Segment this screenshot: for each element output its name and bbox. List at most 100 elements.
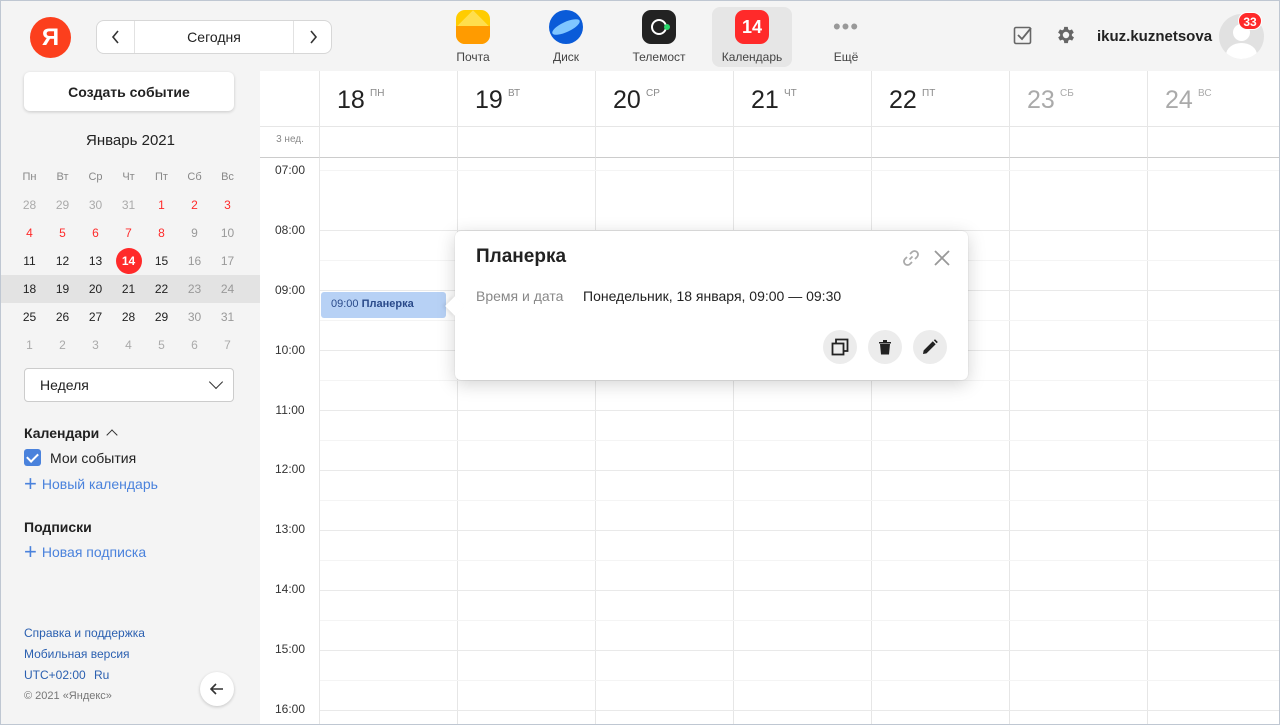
timezone-link[interactable]: UTC+02:00 [24,668,86,682]
mini-calendar-day[interactable]: 13 [79,247,112,275]
weekday-label: Вс [221,171,234,183]
gear-icon[interactable] [1055,24,1077,46]
mini-calendar-day[interactable]: 2 [178,191,211,219]
day-header-sun[interactable]: 24 ВС [1148,71,1279,127]
mini-calendar-day[interactable]: 5 [46,219,79,247]
mini-calendar-day[interactable]: 30 [178,303,211,331]
day-header-thu[interactable]: 21 ЧТ [734,71,872,127]
mini-calendar-day[interactable]: 29 [46,191,79,219]
day-column[interactable] [1010,158,1148,724]
day-column[interactable] [1148,158,1279,724]
my-events-calendar[interactable]: Мои события [24,449,136,466]
time-label: 12:00 [274,462,306,476]
app-more[interactable]: ••• Ещё [799,7,893,67]
day-number: 19 [475,86,503,114]
allday-cell[interactable] [1010,127,1148,158]
mini-calendar-day[interactable]: 29 [145,303,178,331]
create-event-button[interactable]: Создать событие [24,72,234,111]
username[interactable]: ikuz.kuznetsova [1097,28,1212,45]
mini-calendar-day[interactable]: 25 [13,303,46,331]
edit-button[interactable] [913,330,947,364]
mini-calendar-day[interactable]: 31 [112,191,145,219]
allday-cell[interactable] [458,127,596,158]
mini-calendar-today[interactable]: 14 [112,247,145,275]
mini-calendar-day[interactable]: 17 [211,247,244,275]
calendar-event[interactable]: 09:00 Планерка [321,292,446,318]
day-header-tue[interactable]: 19 ВТ [458,71,596,127]
app-telemost[interactable]: Телемост [612,7,706,67]
chevron-up-icon [106,429,118,441]
copyright: © 2021 «Яндекс» [24,690,112,702]
next-week-button[interactable] [293,21,331,53]
today-button[interactable]: Сегодня [135,29,293,45]
allday-cell[interactable] [872,127,1010,158]
new-subscription-link[interactable]: + Новая подписка [24,541,146,563]
close-icon[interactable] [931,247,953,269]
mini-calendar-month[interactable]: Январь 2021 [1,132,260,149]
mini-calendar-day[interactable]: 26 [46,303,79,331]
day-name: СР [646,88,660,99]
app-mail[interactable]: Почта [426,7,520,67]
event-time: 09:00 [331,298,359,310]
mini-calendar-day[interactable]: 10 [211,219,244,247]
mini-calendar-day[interactable]: 22 [145,275,178,303]
mini-calendar-day[interactable]: 7 [211,331,244,359]
duplicate-button[interactable] [823,330,857,364]
link-icon[interactable] [901,248,921,268]
mini-calendar-day[interactable]: 18 [13,275,46,303]
mini-calendar-day[interactable]: 27 [79,303,112,331]
mini-calendar-day[interactable]: 4 [13,219,46,247]
mini-calendar-day[interactable]: 1 [145,191,178,219]
mini-calendar-day[interactable]: 7 [112,219,145,247]
disk-icon [549,10,583,44]
mini-calendar-day[interactable]: 20 [79,275,112,303]
app-disk[interactable]: Диск [519,7,613,67]
mobile-version-link[interactable]: Мобильная версия [24,647,130,661]
mini-calendar-day[interactable]: 9 [178,219,211,247]
day-header-mon[interactable]: 18 ПН [320,71,458,127]
allday-cell[interactable] [596,127,734,158]
mini-calendar-day[interactable]: 6 [178,331,211,359]
day-header-fri[interactable]: 22 ПТ [872,71,1010,127]
mini-calendar-day[interactable]: 28 [112,303,145,331]
todo-check-icon[interactable] [1013,25,1033,45]
allday-cell[interactable] [734,127,872,158]
app-calendar[interactable]: 14 Календарь [712,7,792,67]
mini-calendar-day[interactable]: 1 [13,331,46,359]
mini-calendar-day[interactable]: 28 [13,191,46,219]
time-column [260,158,320,724]
mini-calendar-day[interactable]: 23 [178,275,211,303]
mini-calendar-day[interactable]: 19 [46,275,79,303]
mini-calendar-day[interactable]: 12 [46,247,79,275]
new-calendar-link[interactable]: + Новый календарь [24,473,158,495]
mini-calendar-day[interactable]: 2 [46,331,79,359]
allday-cell[interactable] [320,127,458,158]
mini-calendar-day[interactable]: 5 [145,331,178,359]
my-events-checkbox[interactable] [24,449,41,466]
mini-calendar-day[interactable]: 31 [211,303,244,331]
mini-calendar-day[interactable]: 16 [178,247,211,275]
yandex-logo[interactable]: Я [30,17,71,58]
mini-calendar-day[interactable]: 6 [79,219,112,247]
day-header-wed[interactable]: 20 СР [596,71,734,127]
delete-button[interactable] [868,330,902,364]
mini-calendar-day[interactable]: 8 [145,219,178,247]
mini-calendar-day[interactable]: 4 [112,331,145,359]
mini-calendar-day[interactable]: 3 [79,331,112,359]
mini-calendar-day[interactable]: 11 [13,247,46,275]
calendars-section-toggle[interactable]: Календари [24,425,118,441]
view-mode-select[interactable]: Неделя [24,368,234,402]
mini-calendar-day[interactable]: 21 [112,275,145,303]
prev-week-button[interactable] [97,21,135,53]
help-link[interactable]: Справка и поддержка [24,626,145,640]
mini-calendar-day[interactable]: 24 [211,275,244,303]
day-header-sat[interactable]: 23 СБ [1010,71,1148,127]
view-mode-value: Неделя [40,377,89,393]
mini-calendar-day[interactable]: 30 [79,191,112,219]
collapse-sidebar-button[interactable] [200,672,234,706]
day-column[interactable] [320,158,458,724]
mini-calendar-day[interactable]: 15 [145,247,178,275]
allday-cell[interactable] [1148,127,1279,158]
mini-calendar-day[interactable]: 3 [211,191,244,219]
language-link[interactable]: Ru [94,668,109,682]
